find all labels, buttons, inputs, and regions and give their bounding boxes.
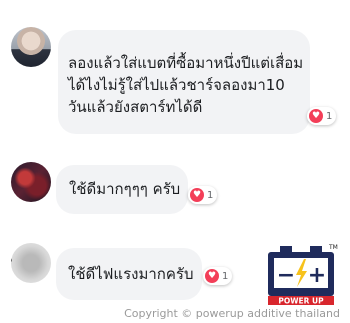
avatar[interactable]	[11, 27, 51, 67]
comment-bubble[interactable]: ใช้ดีไฟแรงมากครับ	[56, 248, 202, 300]
comment-bubble[interactable]: ลองแล้วใส่แบตที่ซื้อมาหนึ่งปีแต่เสื่อม ไ…	[58, 30, 310, 134]
reaction-badge[interactable]: ♥ 1	[307, 107, 337, 125]
reaction-count: 1	[326, 110, 333, 122]
comment-bubble[interactable]: ใช้ดีมากๆๆๆ ครับ	[56, 165, 188, 214]
powerup-logo: − + POWER UP	[268, 246, 334, 306]
reaction-count: 1	[207, 189, 214, 201]
copyright-watermark: Copyright © powerup additive thailand	[124, 307, 340, 320]
heart-icon: ♥	[309, 109, 323, 123]
comment-text: ลองแล้วใส่แบตที่ซื้อมาหนึ่งปีแต่เสื่อม ไ…	[68, 54, 304, 116]
heart-icon: ♥	[190, 188, 204, 202]
minus-sign: −	[277, 263, 295, 288]
heart-icon: ♥	[205, 269, 219, 283]
logo-brand-text: POWER UP	[278, 297, 324, 306]
comment-text: ใช้ดีมากๆๆๆ ครับ	[69, 180, 181, 198]
plus-sign: +	[308, 263, 326, 288]
avatar[interactable]	[11, 162, 51, 202]
comment-text: ใช้ดีไฟแรงมากครับ	[68, 265, 194, 283]
reaction-count: 1	[222, 270, 229, 282]
avatar[interactable]: ี	[11, 243, 51, 283]
reaction-badge[interactable]: ♥ 1	[188, 186, 218, 204]
trademark-mark: TM	[329, 244, 338, 251]
reaction-badge[interactable]: ♥ 1	[203, 267, 233, 285]
